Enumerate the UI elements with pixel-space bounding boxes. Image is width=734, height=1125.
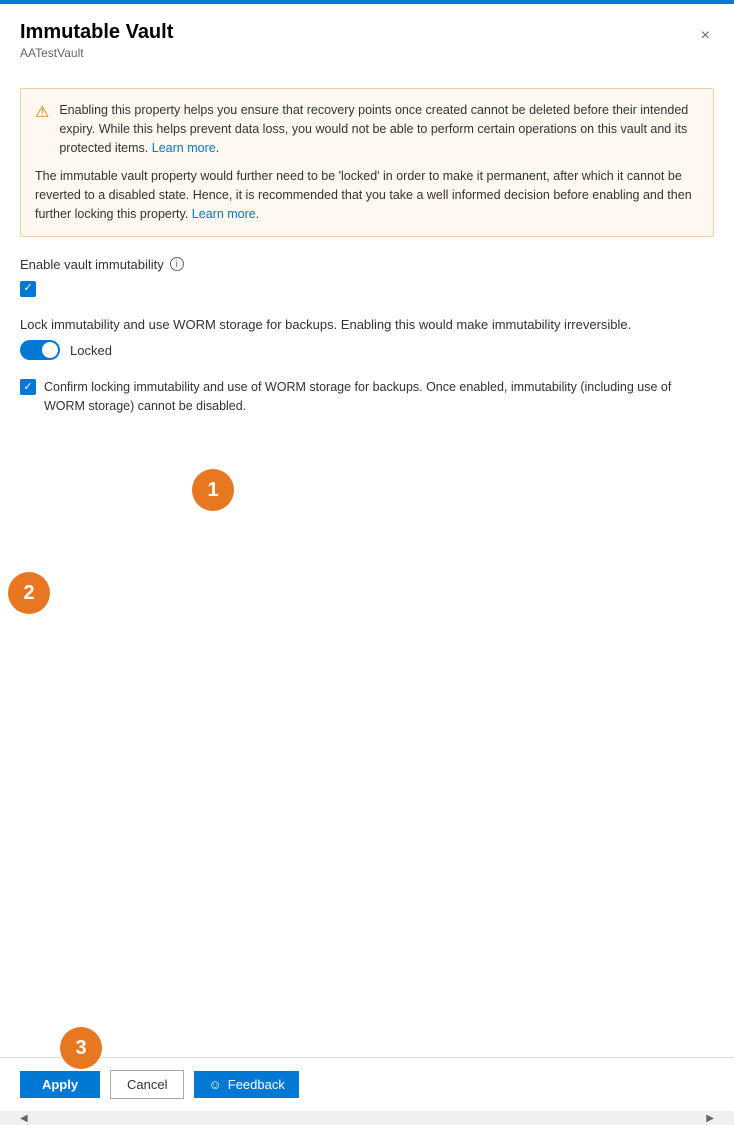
scroll-left-arrow[interactable]: ◀ [20, 1113, 28, 1124]
enable-section: Enable vault immutability i ✓ [20, 257, 714, 297]
warning-text-1: Enabling this property helps you ensure … [59, 101, 699, 157]
enable-checkbox-wrapper[interactable]: ✓ [20, 280, 714, 297]
toggle-track [20, 340, 60, 360]
panel-subtitle: AATestVault [20, 46, 173, 60]
panel: Immutable Vault AATestVault × ⚠ Enabling… [0, 4, 734, 1125]
close-button[interactable]: × [697, 24, 714, 48]
annotation-2: 2 [8, 572, 50, 614]
lock-section: Lock immutability and use WORM storage f… [20, 315, 714, 361]
confirm-text: Confirm locking immutability and use of … [44, 378, 714, 416]
learn-more-link-1[interactable]: Learn more [152, 141, 216, 155]
toggle-thumb [42, 342, 58, 358]
lock-description: Lock immutability and use WORM storage f… [20, 315, 714, 335]
learn-more-link-2[interactable]: Learn more [192, 207, 256, 221]
warning-box: ⚠ Enabling this property helps you ensur… [20, 88, 714, 237]
warning-row-1: ⚠ Enabling this property helps you ensur… [35, 101, 699, 157]
confirm-check-mark: ✓ [23, 382, 32, 393]
annotation-3: 3 [60, 1027, 102, 1069]
panel-title: Immutable Vault [20, 20, 173, 44]
check-mark: ✓ [23, 283, 32, 294]
warning-text-2: The immutable vault property would furth… [35, 167, 699, 223]
lock-toggle[interactable] [20, 340, 60, 360]
warning-row-2: The immutable vault property would furth… [35, 167, 699, 223]
panel-footer: Apply Cancel ☺ Feedback [0, 1057, 734, 1111]
confirm-checkbox[interactable]: ✓ [20, 379, 36, 395]
cancel-button[interactable]: Cancel [110, 1070, 184, 1099]
scroll-right-arrow[interactable]: ▶ [706, 1113, 714, 1124]
panel-header: Immutable Vault AATestVault × [0, 4, 734, 72]
warning-icon: ⚠ [35, 102, 49, 122]
enable-checkbox[interactable]: ✓ [20, 281, 36, 297]
annotation-1: 1 [192, 469, 234, 511]
feedback-icon: ☺ [208, 1077, 221, 1092]
bottom-scrollbar[interactable]: ◀ ▶ [0, 1111, 734, 1125]
enable-section-label: Enable vault immutability i [20, 257, 714, 272]
feedback-button[interactable]: ☺ Feedback [194, 1071, 298, 1098]
apply-button[interactable]: Apply [20, 1071, 100, 1098]
toggle-label: Locked [70, 343, 112, 358]
enable-info-icon[interactable]: i [170, 257, 184, 271]
feedback-label: Feedback [228, 1077, 285, 1092]
panel-title-group: Immutable Vault AATestVault [20, 20, 173, 60]
panel-body: ⚠ Enabling this property helps you ensur… [0, 72, 734, 1057]
toggle-row: Locked [20, 340, 714, 360]
confirm-section: ✓ Confirm locking immutability and use o… [20, 378, 714, 416]
